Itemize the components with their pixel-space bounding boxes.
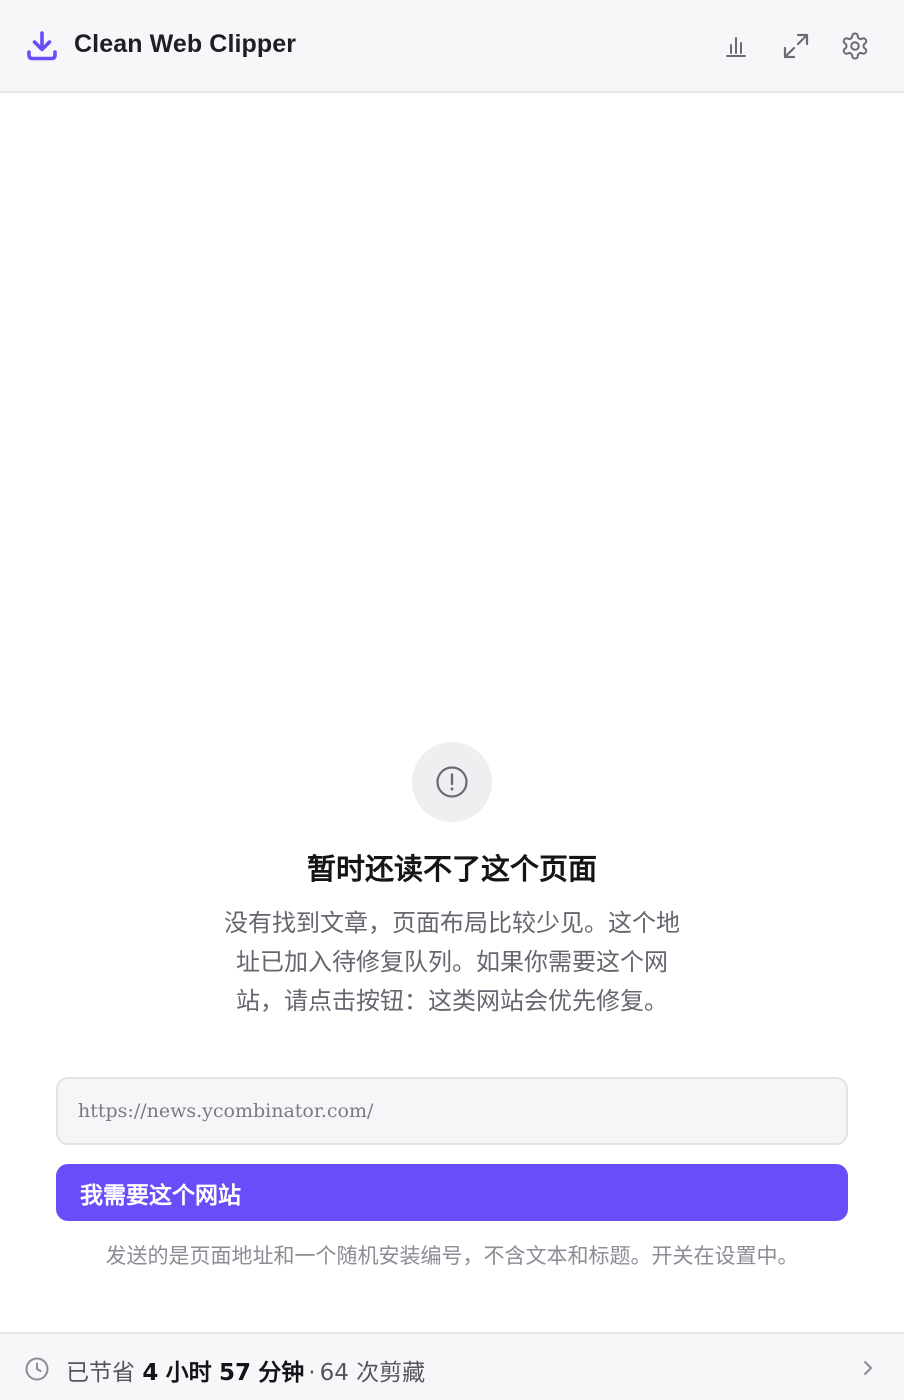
stats-separator: · xyxy=(308,1360,316,1386)
savings-stats: 已节省 4 小时 57 分钟 · 64 次剪藏 xyxy=(66,1353,425,1387)
privacy-note: 发送的是页面地址和一个随机安装编号，不含文本和标题。开关在设置中。 xyxy=(105,1244,799,1268)
error-description: 没有找到文章，页面布局比较少见。这个地址已加入待修复队列。如果你需要这个网站，请… xyxy=(224,909,680,1015)
download-logo-icon xyxy=(27,31,57,61)
page-url-field[interactable] xyxy=(56,1077,848,1145)
stats-prefix: 已节省 xyxy=(66,1360,135,1386)
settings-button[interactable] xyxy=(837,28,873,64)
expand-button[interactable] xyxy=(778,28,814,64)
request-site-button[interactable]: 我需要这个网站 xyxy=(56,1164,848,1221)
stats-hours-unit: 小时 xyxy=(165,1360,212,1386)
alert-badge xyxy=(412,742,492,822)
stats-minutes-unit: 分钟 xyxy=(258,1360,305,1386)
stats-clips: 64 次剪藏 xyxy=(319,1360,426,1386)
stats-hours: 4 xyxy=(142,1360,159,1386)
app-title: Clean Web Clipper xyxy=(74,30,297,58)
app-header: Clean Web Clipper xyxy=(0,0,904,93)
stats-chart-icon xyxy=(726,37,746,57)
clock-icon xyxy=(25,1357,49,1381)
stats-button[interactable] xyxy=(718,28,754,64)
alert-circle-icon xyxy=(436,766,468,798)
chevron-right-icon xyxy=(864,1361,872,1375)
settings-gear-icon xyxy=(842,32,868,60)
error-title: 暂时还读不了这个页面 xyxy=(306,852,597,886)
expand-icon xyxy=(783,33,809,59)
savings-footer[interactable]: 已节省 4 小时 57 分钟 · 64 次剪藏 xyxy=(0,1332,904,1400)
stats-minutes: 57 xyxy=(218,1360,251,1386)
